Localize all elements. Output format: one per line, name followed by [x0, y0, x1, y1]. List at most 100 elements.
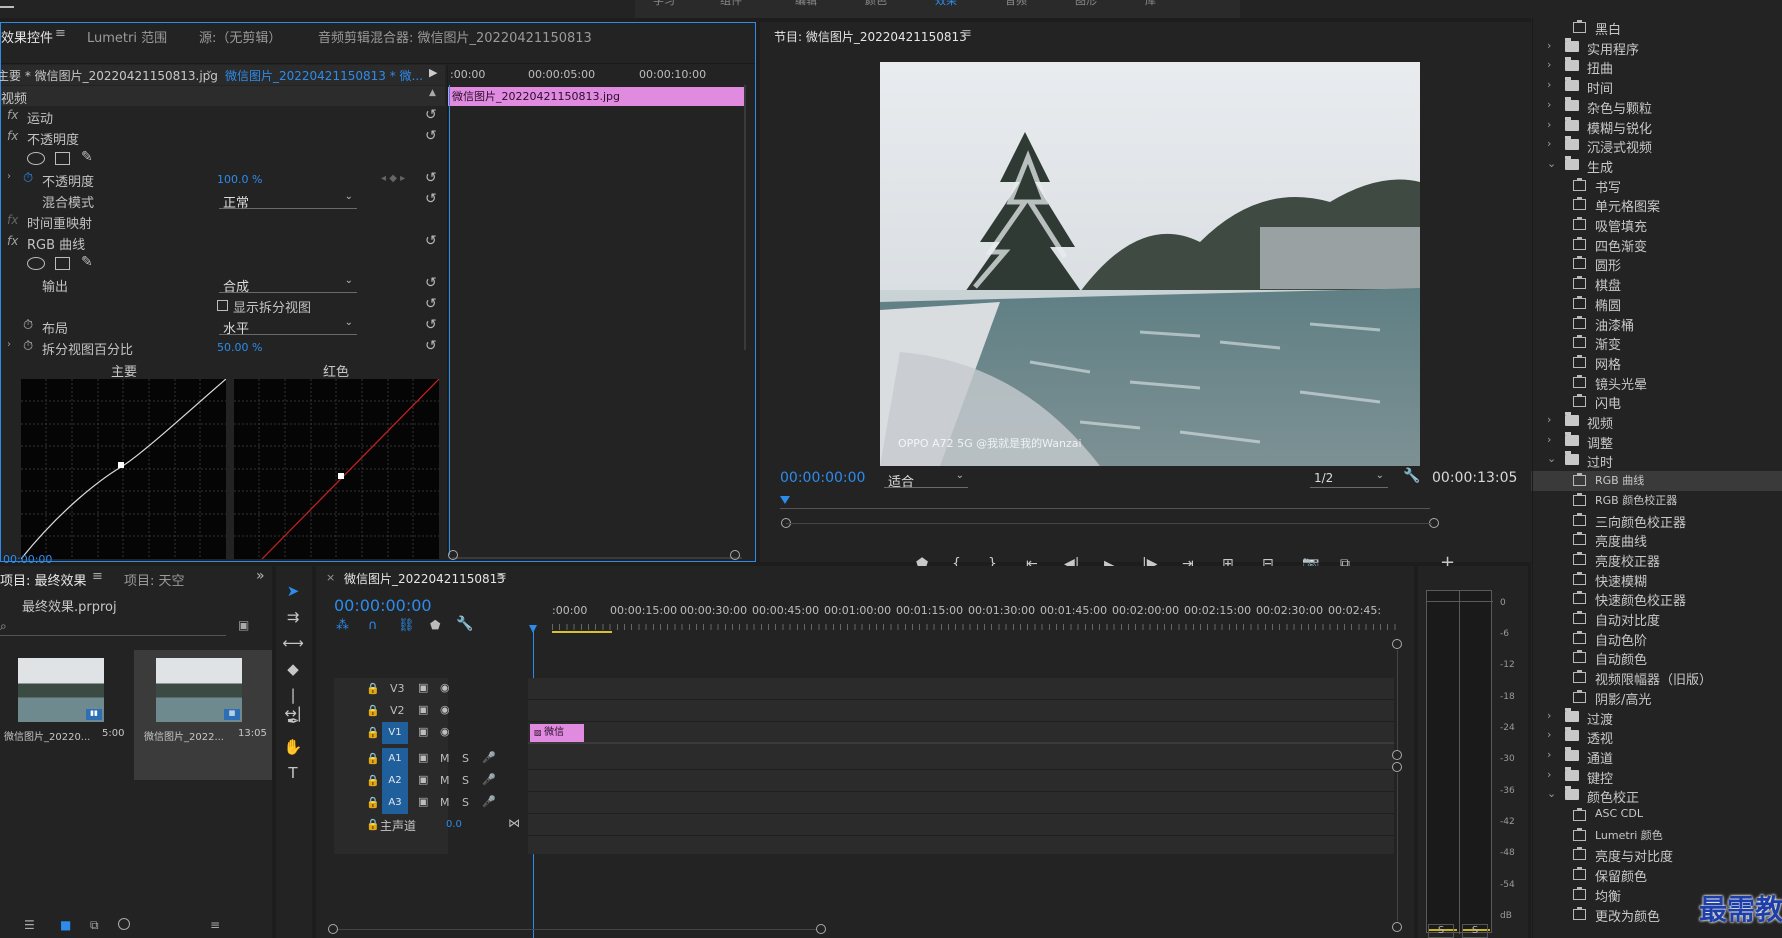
master-clip-label[interactable]: 主要 * 微信图片_20220421150813.jpg: [0, 67, 218, 84]
scroll-handle[interactable]: [1392, 639, 1402, 649]
sync-lock-icon[interactable]: ▣: [418, 681, 428, 694]
effect-folder[interactable]: › 通道: [1531, 746, 1782, 767]
reset-icon[interactable]: ↺: [425, 128, 437, 144]
scroll-handle[interactable]: [1392, 762, 1402, 772]
project-item[interactable]: ▮▮ 微信图片_20220... 5:00: [0, 650, 130, 780]
menu-icon[interactable]: [0, 0, 14, 8]
track-select-tool-icon[interactable]: ⇉: [282, 608, 304, 626]
master-collapse-icon[interactable]: ⋈: [508, 816, 520, 830]
effect-item[interactable]: 吸管填充: [1531, 215, 1782, 235]
tab-effect-controls[interactable]: 效果控件: [1, 27, 53, 46]
output-dropdown[interactable]: 合成 ⌄: [219, 275, 357, 295]
chevron-right-icon[interactable]: ›: [1547, 118, 1551, 131]
sync-lock-icon[interactable]: ▣: [418, 751, 428, 764]
chevron-right-icon[interactable]: ›: [1547, 728, 1551, 741]
lock-icon[interactable]: 🔒: [366, 752, 380, 765]
work-area-bar[interactable]: [552, 631, 612, 633]
workspace-tab-graphics[interactable]: 图形: [1075, 0, 1097, 8]
time-ruler[interactable]: :00:00 00:00:15:00 00:00:30:00 00:00:45:…: [552, 604, 1400, 638]
track-label-v1[interactable]: V1: [382, 722, 408, 744]
track-label-v3[interactable]: V3: [390, 682, 405, 695]
stopwatch-icon[interactable]: ⏱: [23, 318, 33, 333]
add-marker-icon[interactable]: ⬟: [430, 618, 440, 632]
mini-playhead[interactable]: [449, 85, 450, 555]
microphone-icon[interactable]: 🎤: [482, 795, 496, 808]
sync-lock-icon[interactable]: ▣: [418, 725, 428, 738]
ellipse-mask-icon[interactable]: [27, 152, 45, 165]
effect-item[interactable]: 棋盘: [1531, 274, 1782, 294]
reset-icon[interactable]: ↺: [425, 338, 437, 354]
mini-zoom-scroll[interactable]: [452, 557, 742, 559]
effect-item[interactable]: 四色渐变: [1531, 235, 1782, 255]
track-label-a2[interactable]: A2: [382, 770, 408, 792]
sequence-clip-label[interactable]: 微信图片_20220421150813 * 微...: [225, 67, 423, 84]
effect-item[interactable]: 黑白: [1531, 18, 1782, 38]
chevron-right-icon[interactable]: ›: [1547, 709, 1551, 722]
mute-button[interactable]: M: [440, 796, 450, 809]
close-icon[interactable]: ×: [326, 571, 335, 584]
program-video-frame[interactable]: OPPO A72 5G @我就是我的Wanzai: [880, 62, 1420, 466]
pen-tool-icon[interactable]: ✒: [282, 712, 304, 730]
project-item-selected[interactable]: ▦ 微信图片_2022... 13:05: [134, 650, 272, 780]
workspace-tab-libraries[interactable]: 库: [1145, 0, 1156, 8]
solo-left-button[interactable]: S: [1428, 924, 1454, 938]
chevron-down-icon[interactable]: ⌄: [1547, 452, 1556, 465]
master-volume-value[interactable]: 0.0: [446, 819, 462, 830]
freeform-view-icon[interactable]: ⧉: [90, 918, 99, 933]
reset-icon[interactable]: ↺: [425, 275, 437, 291]
program-scrubber[interactable]: [780, 496, 1430, 512]
quality-dropdown[interactable]: 1/2 ⌄: [1310, 470, 1388, 488]
effect-folder[interactable]: › 扭曲: [1531, 57, 1782, 77]
effect-folder[interactable]: › 沉浸式视频: [1531, 136, 1782, 156]
keyframe-nav-icon[interactable]: ◂ ◆ ▸: [381, 173, 405, 184]
tab-lumetri-scopes[interactable]: Lumetri 范围: [87, 27, 167, 46]
tab-audio-clip-mixer[interactable]: 音频剪辑混合器: 微信图片_20220421150813: [318, 27, 592, 46]
rectangle-mask-icon[interactable]: [55, 257, 70, 270]
timeline-clip[interactable]: ▨ 微信: [530, 724, 584, 742]
lock-icon[interactable]: 🔒: [366, 704, 380, 717]
chevron-right-icon[interactable]: ›: [1547, 39, 1551, 52]
effect-item[interactable]: 亮度与对比度: [1531, 845, 1782, 865]
effect-folder[interactable]: ⌄ 生成: [1531, 155, 1782, 176]
ripple-edit-tool-icon[interactable]: ⟷: [282, 634, 304, 652]
lock-icon[interactable]: 🔒: [366, 774, 380, 787]
effect-item[interactable]: 网格: [1531, 353, 1782, 373]
chevron-right-icon[interactable]: ›: [1547, 413, 1551, 426]
lock-icon[interactable]: 🔒: [366, 818, 380, 831]
mute-button[interactable]: M: [440, 752, 450, 765]
nest-sequence-icon[interactable]: ⁂: [336, 618, 349, 633]
effect-item[interactable]: RGB 颜色校正器: [1531, 491, 1782, 511]
ellipse-mask-icon[interactable]: [27, 257, 45, 270]
effect-item[interactable]: 三向颜色校正器: [1531, 511, 1782, 531]
icon-view-icon[interactable]: ■: [60, 918, 71, 932]
wrench-icon[interactable]: 🔧: [1403, 468, 1420, 484]
reset-icon[interactable]: ↺: [425, 170, 437, 186]
reset-icon[interactable]: ↺: [425, 296, 437, 312]
effect-item[interactable]: Lumetri 颜色: [1531, 826, 1782, 846]
panel-menu-icon[interactable]: ≡: [961, 26, 972, 41]
microphone-icon[interactable]: 🎤: [482, 773, 496, 786]
tab-source[interactable]: 源:（无剪辑）: [199, 27, 281, 46]
reset-icon[interactable]: ↺: [425, 191, 437, 207]
hand-tool-icon[interactable]: ✋: [282, 738, 304, 756]
effect-folder[interactable]: › 键控: [1531, 766, 1782, 787]
zoom-handle[interactable]: [730, 550, 740, 560]
eye-icon[interactable]: ◉: [440, 725, 450, 738]
timeline-tab[interactable]: 微信图片_20220421150813: [344, 570, 505, 587]
snap-icon[interactable]: ∩: [368, 618, 378, 633]
play-triangle-icon[interactable]: ▶: [429, 66, 437, 79]
workspace-tab-assembly[interactable]: 组件: [720, 0, 742, 8]
program-timecode[interactable]: 00:00:00:00: [780, 470, 865, 486]
effect-item[interactable]: 自动颜色: [1531, 648, 1782, 668]
workspace-tab-editing[interactable]: 编辑: [795, 0, 817, 8]
mini-scrollbar[interactable]: [744, 85, 746, 350]
effect-folder[interactable]: ⌄ 颜色校正: [1531, 786, 1782, 806]
effect-item[interactable]: 快速颜色校正器: [1531, 589, 1782, 609]
program-monitor-title[interactable]: 节目: 微信图片_20220421150813: [774, 28, 967, 45]
zoom-handle[interactable]: [328, 924, 338, 934]
effect-folder[interactable]: › 实用程序: [1531, 37, 1782, 58]
effect-motion[interactable]: fx 运动 ↺: [1, 107, 445, 128]
effect-item[interactable]: 单元格图案: [1531, 195, 1782, 215]
selection-tool-icon[interactable]: ➤: [282, 582, 304, 600]
effect-item[interactable]: 闪电: [1531, 392, 1782, 412]
